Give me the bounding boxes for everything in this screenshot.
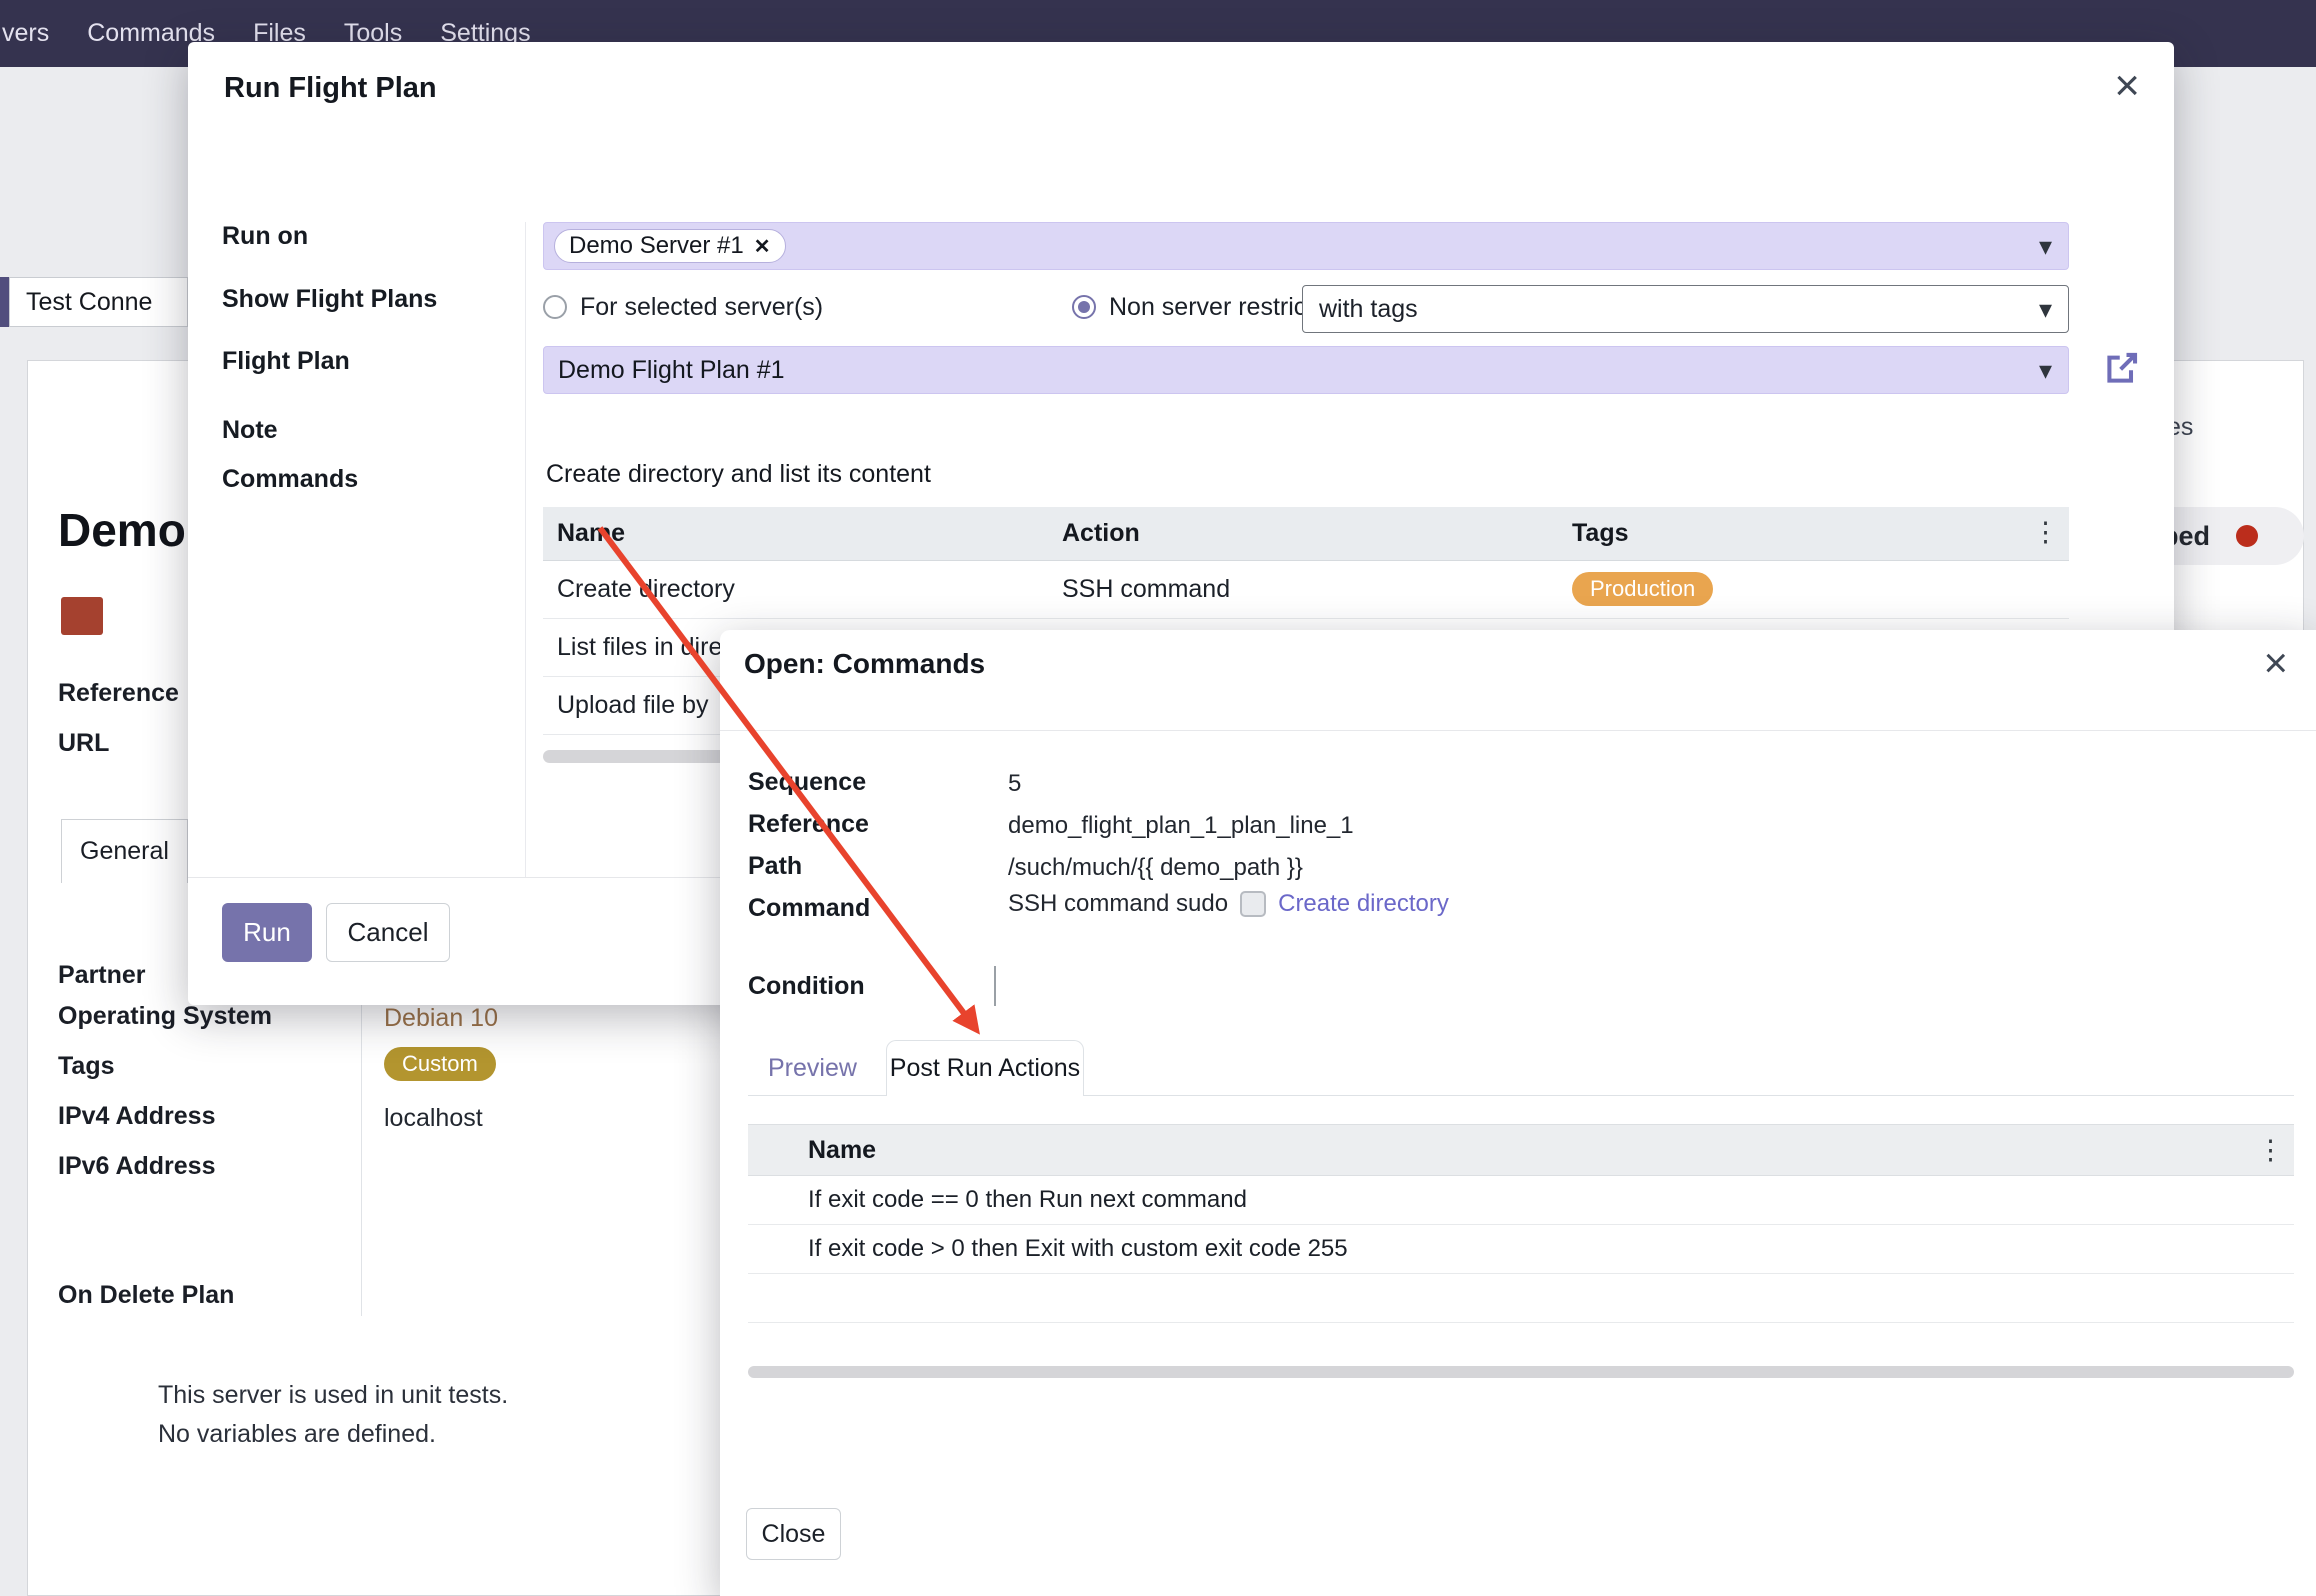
close-button[interactable]: Close xyxy=(746,1508,841,1560)
command-value: SSH command sudo xyxy=(1008,890,1228,918)
button-sliver xyxy=(0,277,9,327)
cancel-button[interactable]: Cancel xyxy=(326,903,450,962)
remove-tag-icon[interactable]: ✕ xyxy=(754,234,771,259)
test-connection-label: Test Conne xyxy=(26,288,152,317)
chevron-down-icon[interactable]: ▾ xyxy=(2039,294,2052,325)
action-row-text: If exit code > 0 then Exit with custom e… xyxy=(808,1235,1348,1263)
horizontal-scrollbar[interactable] xyxy=(748,1366,2294,1378)
kebab-menu-icon[interactable]: ⋮ xyxy=(2257,1135,2284,1166)
table-row-empty[interactable] xyxy=(748,1274,2294,1323)
with-tags-select[interactable]: with tags ▾ xyxy=(1302,285,2069,333)
unit-test-note-line1: This server is used in unit tests. xyxy=(158,1381,508,1410)
command-label: Command xyxy=(748,894,870,923)
sequence-label: Sequence xyxy=(748,768,866,797)
path-label: Path xyxy=(748,852,802,881)
run-on-label: Run on xyxy=(222,222,308,251)
sequence-value: 5 xyxy=(1008,770,1021,798)
action-row-text: If exit code == 0 then Run next command xyxy=(808,1186,1247,1214)
operating-system-value[interactable]: Debian 10 xyxy=(384,1004,498,1033)
external-link-icon[interactable] xyxy=(2104,350,2140,386)
kebab-menu-icon[interactable]: ⋮ xyxy=(2032,517,2059,548)
tab-post-run-actions[interactable]: Post Run Actions xyxy=(886,1040,1084,1096)
create-directory-link[interactable]: Create directory xyxy=(1278,890,1449,918)
radio-non-server-restricted[interactable] xyxy=(1072,295,1096,319)
radio-for-selected-servers-label[interactable]: For selected server(s) xyxy=(580,293,823,322)
table-row[interactable]: If exit code > 0 then Exit with custom e… xyxy=(748,1225,2294,1274)
tags-custom-badge[interactable]: Custom xyxy=(384,1047,496,1081)
open-commands-dialog: Open: Commands × Sequence 5 Reference de… xyxy=(720,630,2316,1596)
chevron-down-icon[interactable]: ▾ xyxy=(2039,231,2052,262)
close-icon[interactable]: × xyxy=(2114,64,2140,108)
row-action: SSH command xyxy=(1062,575,1230,604)
command-checkbox[interactable] xyxy=(1240,891,1266,917)
field-divider xyxy=(361,956,362,1316)
note-label: Note xyxy=(222,416,278,445)
dialog-title: Run Flight Plan xyxy=(224,72,437,105)
table-row[interactable]: Create directory SSH command Production xyxy=(543,561,2069,619)
cancel-button-label: Cancel xyxy=(348,917,429,948)
reference-label: Reference xyxy=(58,679,179,708)
flight-plan-label: Flight Plan xyxy=(222,347,350,376)
with-tags-value: with tags xyxy=(1319,295,1418,324)
column-header-action[interactable]: Action xyxy=(1062,519,1140,548)
note-value: Create directory and list its content xyxy=(546,460,931,489)
row-name: Upload file by xyxy=(557,691,708,720)
status-dot-icon xyxy=(2236,525,2258,547)
condition-label: Condition xyxy=(748,972,865,1001)
operating-system-label: Operating System xyxy=(58,1002,272,1031)
flight-plan-select[interactable]: Demo Flight Plan #1 ▾ xyxy=(543,346,2069,394)
commands-label: Commands xyxy=(222,465,358,494)
condition-field-tick[interactable] xyxy=(994,966,996,1006)
table-row[interactable]: If exit code == 0 then Run next command xyxy=(748,1176,2294,1225)
path-value: /such/much/{{ demo_path }} xyxy=(1008,854,1303,882)
partner-label: Partner xyxy=(58,961,146,990)
color-swatch[interactable] xyxy=(61,597,103,635)
url-label: URL xyxy=(58,729,109,758)
run-button[interactable]: Run xyxy=(222,903,312,962)
chevron-down-icon[interactable]: ▾ xyxy=(2039,355,2052,386)
radio-for-selected-servers[interactable] xyxy=(543,295,567,319)
column-header-name[interactable]: Name xyxy=(808,1136,876,1165)
column-header-tags[interactable]: Tags xyxy=(1572,519,1629,548)
test-connection-button[interactable]: Test Conne xyxy=(9,277,188,327)
tab-preview[interactable]: Preview xyxy=(768,1054,857,1083)
row-tag-badge: Production xyxy=(1572,572,1713,606)
label-column-divider xyxy=(525,222,526,877)
ipv4-label: IPv4 Address xyxy=(58,1102,215,1131)
server-tag-chip[interactable]: Demo Server #1 ✕ xyxy=(554,229,786,263)
show-flight-plans-label: Show Flight Plans xyxy=(222,285,437,314)
tab-general[interactable]: General xyxy=(61,819,188,883)
post-run-actions-table: Name ⋮ If exit code == 0 then Run next c… xyxy=(748,1124,2294,1323)
flight-plan-value: Demo Flight Plan #1 xyxy=(558,356,785,385)
tab-general-label: General xyxy=(80,837,169,866)
tags-label: Tags xyxy=(58,1052,115,1081)
table-header-row: Name Action Tags ⋮ xyxy=(543,507,2069,561)
close-button-label: Close xyxy=(762,1520,826,1549)
ipv4-value: localhost xyxy=(384,1104,483,1133)
dialog-title: Open: Commands xyxy=(744,648,985,680)
table-header-row: Name ⋮ xyxy=(748,1124,2294,1176)
command-value-row: SSH command sudo Create directory xyxy=(1008,890,1449,918)
server-tag-label: Demo Server #1 xyxy=(569,232,744,260)
page-title: Demo xyxy=(58,503,186,557)
run-button-label: Run xyxy=(243,917,291,948)
on-delete-plan-label: On Delete Plan xyxy=(58,1281,234,1310)
row-name: Create directory xyxy=(557,575,735,604)
unit-test-note-line2: No variables are defined. xyxy=(158,1420,436,1449)
nav-item-servers[interactable]: vers xyxy=(2,19,49,48)
close-icon[interactable]: × xyxy=(2263,642,2288,684)
run-on-server-field[interactable]: Demo Server #1 ✕ ▾ xyxy=(543,222,2069,270)
column-header-name[interactable]: Name xyxy=(557,519,625,548)
ipv6-label: IPv6 Address xyxy=(58,1152,215,1181)
reference-value: demo_flight_plan_1_plan_line_1 xyxy=(1008,812,1354,840)
tab-post-run-actions-label: Post Run Actions xyxy=(890,1054,1080,1083)
header-divider xyxy=(720,730,2316,731)
reference-label: Reference xyxy=(748,810,869,839)
